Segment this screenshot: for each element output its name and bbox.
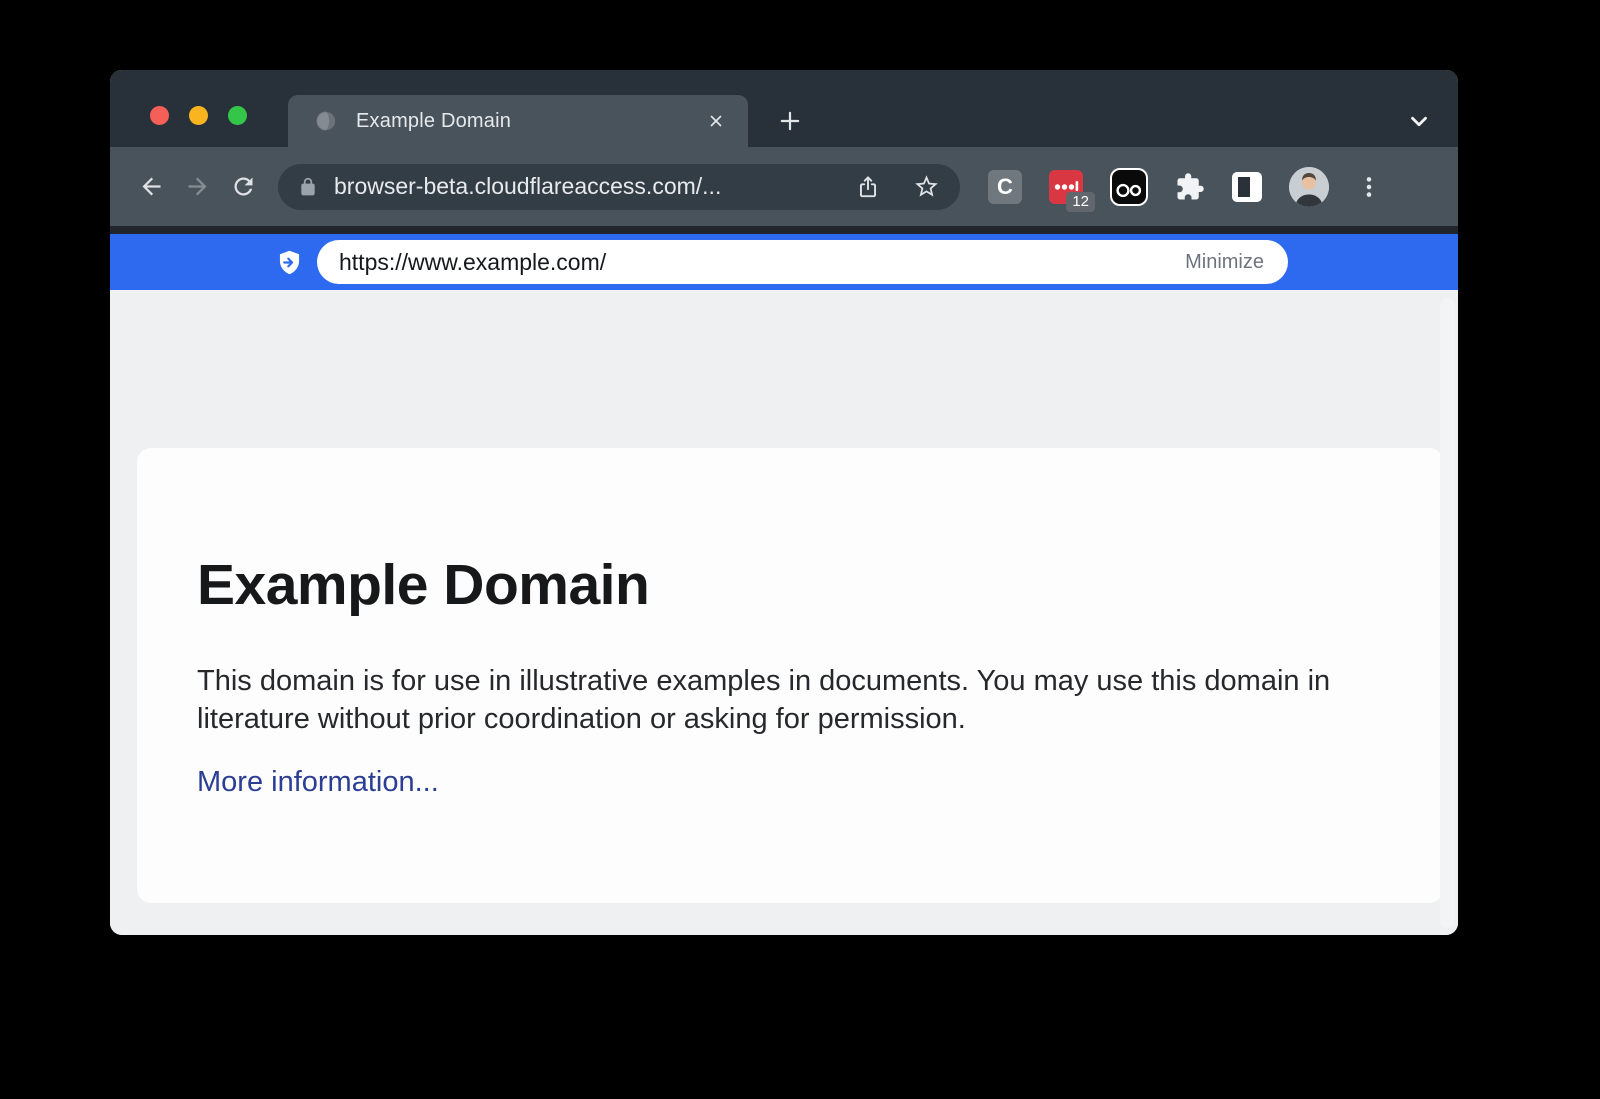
share-icon[interactable] xyxy=(855,174,881,200)
star-icon[interactable] xyxy=(913,173,940,200)
browser-window: Example Domain xyxy=(110,70,1458,935)
chevron-down-icon[interactable] xyxy=(1406,108,1432,134)
tab-strip: Example Domain xyxy=(110,70,1458,147)
content-card: Example Domain This domain is for use in… xyxy=(137,448,1443,903)
remote-url-input[interactable]: https://www.example.com/ Minimize xyxy=(317,240,1288,284)
page-body-text: This domain is for use in illustrative e… xyxy=(197,662,1343,738)
address-bar-url: browser-beta.cloudflareaccess.com/... xyxy=(334,173,721,200)
extension-area: C 12 xyxy=(988,167,1382,207)
remote-url-text: https://www.example.com/ xyxy=(339,249,606,276)
tab-title: Example Domain xyxy=(356,110,511,133)
minimize-banner-button[interactable]: Minimize xyxy=(1171,251,1278,274)
lens-extension-icon[interactable] xyxy=(1110,168,1148,206)
close-tab-icon[interactable] xyxy=(702,107,730,135)
zoom-window-button[interactable] xyxy=(228,106,247,125)
sidebar-extension-inner xyxy=(1238,177,1250,197)
profile-avatar[interactable] xyxy=(1289,167,1329,207)
forward-arrow-icon[interactable] xyxy=(174,164,220,210)
minimize-window-button[interactable] xyxy=(189,106,208,125)
shield-arrow-icon xyxy=(276,249,303,276)
address-bar[interactable]: browser-beta.cloudflareaccess.com/... xyxy=(278,164,960,210)
password-manager-icon[interactable]: 12 xyxy=(1049,170,1083,204)
sidebar-extension-icon[interactable] xyxy=(1232,172,1262,202)
kebab-menu-icon[interactable] xyxy=(1356,174,1382,200)
globe-icon xyxy=(314,109,338,133)
browser-toolbar: browser-beta.cloudflareaccess.com/... C xyxy=(110,147,1458,234)
new-tab-button[interactable] xyxy=(772,103,808,139)
lock-icon xyxy=(298,177,318,197)
more-information-link[interactable]: More information... xyxy=(197,766,439,799)
page-viewport: Example Domain This domain is for use in… xyxy=(110,290,1458,935)
back-arrow-icon[interactable] xyxy=(128,164,174,210)
extension-badge: 12 xyxy=(1066,192,1095,212)
browser-tab[interactable]: Example Domain xyxy=(288,95,748,147)
extension-c-icon[interactable]: C xyxy=(988,170,1022,204)
page-title: Example Domain xyxy=(197,552,1343,618)
traffic-lights xyxy=(150,106,247,125)
scrollbar[interactable] xyxy=(1440,298,1455,928)
puzzle-icon[interactable] xyxy=(1175,172,1205,202)
access-banner: https://www.example.com/ Minimize xyxy=(110,234,1458,290)
reload-icon[interactable] xyxy=(220,164,266,210)
close-window-button[interactable] xyxy=(150,106,169,125)
